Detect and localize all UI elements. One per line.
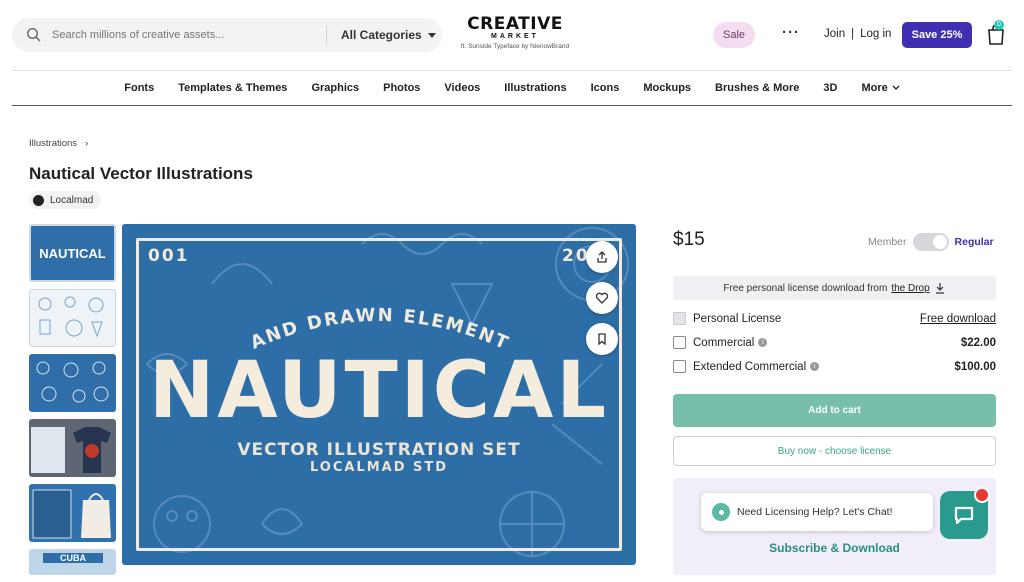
product-title: Nautical Vector Illustrations bbox=[29, 164, 253, 183]
product-price: $15 bbox=[673, 229, 705, 250]
drop-link[interactable]: the Drop bbox=[891, 283, 929, 294]
commercial-license-checkbox[interactable] bbox=[673, 336, 686, 349]
category-label: All Categories bbox=[341, 28, 422, 42]
breadcrumb-illustrations[interactable]: Illustrations bbox=[29, 138, 77, 149]
hero-subtitle: VECTOR ILLUSTRATION SET bbox=[237, 440, 521, 460]
license-option-extended[interactable]: Extended Commercial i $100.00 bbox=[673, 360, 996, 373]
logo-line-1: CREATIVE bbox=[467, 14, 563, 34]
pricing-toggle-group: Member Regular bbox=[868, 233, 994, 251]
free-download-link[interactable]: Free download bbox=[920, 313, 996, 325]
chevron-right-icon: › bbox=[85, 138, 89, 149]
chat-bubble-icon bbox=[954, 506, 974, 525]
commercial-license-price: $22.00 bbox=[960, 336, 996, 349]
thumbnail-2[interactable] bbox=[29, 289, 116, 347]
subscribe-download-link[interactable]: Subscribe & Download bbox=[673, 541, 996, 555]
info-icon[interactable]: i bbox=[810, 362, 820, 371]
thumbnail-6-text: CUBA bbox=[43, 553, 103, 563]
download-icon[interactable] bbox=[934, 282, 946, 294]
cart-count-badge: 0 bbox=[994, 20, 1004, 30]
favorite-button[interactable] bbox=[586, 282, 618, 314]
nav-item-3d[interactable]: 3D bbox=[823, 82, 837, 94]
author-chip[interactable]: Localmad bbox=[29, 191, 102, 209]
nav-item-templates-themes[interactable]: Templates & Themes bbox=[178, 82, 287, 94]
category-nav: Fonts Templates & Themes Graphics Photos… bbox=[12, 70, 1012, 106]
nav-item-graphics[interactable]: Graphics bbox=[311, 82, 359, 94]
chat-prompt-text: Need Licensing Help? Let's Chat! bbox=[737, 506, 893, 518]
chevron-down-icon bbox=[427, 32, 436, 38]
thumbnail-2-art bbox=[38, 296, 104, 338]
notification-dot bbox=[974, 487, 990, 503]
heart-icon bbox=[595, 292, 609, 304]
drop-text: Free personal license download from bbox=[723, 282, 888, 294]
hero-number-left: 001 bbox=[148, 246, 190, 266]
search-input[interactable] bbox=[52, 29, 312, 41]
svg-text:HAND DRAWN ELEMENTS: HAND DRAWN ELEMENTS bbox=[122, 292, 513, 352]
thumbnail-6[interactable]: CUBA bbox=[29, 549, 116, 575]
thumbnail-4[interactable] bbox=[29, 419, 116, 477]
thumbnail-1[interactable]: NAUTICAL bbox=[29, 224, 116, 282]
thumbnail-4-art bbox=[31, 427, 111, 473]
chat-tag-icon bbox=[712, 503, 730, 521]
extended-license-label: Extended Commercial bbox=[693, 360, 807, 373]
product-hero-image[interactable]: 001 20 HAND DRAWN ELEMENTS NAUTICAL VECT… bbox=[122, 224, 636, 565]
category-dropdown[interactable]: All Categories bbox=[341, 28, 436, 42]
thumbnail-list: NAUTICAL CUBA bbox=[29, 224, 117, 582]
thumbnail-3-art bbox=[36, 361, 109, 403]
bookmark-icon bbox=[598, 333, 606, 346]
nav-item-more[interactable]: More bbox=[861, 82, 900, 94]
license-option-commercial[interactable]: Commercial i $22.00 bbox=[673, 336, 996, 349]
sale-button[interactable]: Sale bbox=[713, 22, 755, 48]
commercial-license-label: Commercial bbox=[693, 336, 755, 349]
search-divider bbox=[326, 25, 327, 45]
thumbnail-5-art bbox=[32, 489, 111, 539]
join-link[interactable]: Join bbox=[824, 28, 845, 40]
info-icon[interactable]: i bbox=[758, 338, 768, 347]
nav-item-videos[interactable]: Videos bbox=[444, 82, 480, 94]
search-icon bbox=[26, 27, 41, 42]
thumbnail-5[interactable] bbox=[29, 484, 116, 542]
member-label: Member bbox=[868, 236, 907, 248]
save-25-button[interactable]: Save 25% bbox=[902, 22, 972, 48]
chevron-down-icon bbox=[892, 85, 900, 90]
member-regular-toggle[interactable] bbox=[912, 233, 949, 251]
share-icon bbox=[597, 251, 607, 263]
login-link[interactable]: Log in bbox=[860, 28, 891, 40]
extended-license-checkbox[interactable] bbox=[673, 360, 686, 373]
bookmark-button[interactable] bbox=[586, 323, 618, 355]
hero-arc-text: HAND DRAWN ELEMENTS bbox=[122, 292, 513, 352]
hero-title: NAUTICAL bbox=[148, 346, 610, 436]
hero-author-text: LOCALMAD STD bbox=[309, 460, 449, 475]
thumbnail-3[interactable] bbox=[29, 354, 116, 412]
nav-item-mockups[interactable]: Mockups bbox=[643, 82, 691, 94]
nav-more-label: More bbox=[861, 82, 888, 94]
chat-prompt[interactable]: Need Licensing Help? Let's Chat! bbox=[701, 493, 933, 531]
thumbnail-1-text: NAUTICAL bbox=[39, 245, 106, 261]
author-name: Localmad bbox=[50, 194, 94, 206]
personal-license-checkbox[interactable] bbox=[673, 312, 686, 325]
more-menu-button[interactable]: ··· bbox=[782, 24, 800, 41]
nav-item-icons[interactable]: Icons bbox=[591, 82, 620, 94]
breadcrumb: Illustrations › bbox=[29, 138, 88, 149]
nav-item-fonts[interactable]: Fonts bbox=[124, 82, 154, 94]
nav-item-illustrations[interactable]: Illustrations bbox=[504, 82, 566, 94]
regular-label: Regular bbox=[954, 236, 994, 248]
license-option-personal[interactable]: Personal License Free download bbox=[673, 312, 996, 325]
nav-item-photos[interactable]: Photos bbox=[383, 82, 420, 94]
extended-license-price: $100.00 bbox=[954, 360, 996, 373]
top-bar: All Categories CREATIVE MARKET ft. Sunsi… bbox=[0, 0, 1024, 70]
add-to-cart-button[interactable]: Add to cart bbox=[673, 394, 996, 427]
personal-license-label: Personal License bbox=[693, 312, 782, 325]
hero-arc-label: HAND DRAWN ELEMENTS bbox=[122, 292, 511, 352]
buy-now-button[interactable]: Buy now - choose license bbox=[673, 436, 996, 466]
free-drop-banner: Free personal license download from the … bbox=[673, 276, 996, 300]
logo-line-2: MARKET bbox=[491, 33, 539, 40]
logo-credit: ft. Sunside Typeface by NienowBrand bbox=[460, 43, 570, 50]
search-bar: All Categories bbox=[12, 18, 442, 52]
auth-links: Join | Log in bbox=[824, 28, 891, 40]
share-button[interactable] bbox=[586, 241, 618, 273]
author-avatar bbox=[33, 194, 44, 206]
creative-market-logo[interactable]: CREATIVE MARKET ft. Sunside Typeface by … bbox=[440, 14, 590, 51]
auth-separator: | bbox=[851, 28, 855, 40]
nav-item-brushes-more[interactable]: Brushes & More bbox=[715, 82, 799, 94]
